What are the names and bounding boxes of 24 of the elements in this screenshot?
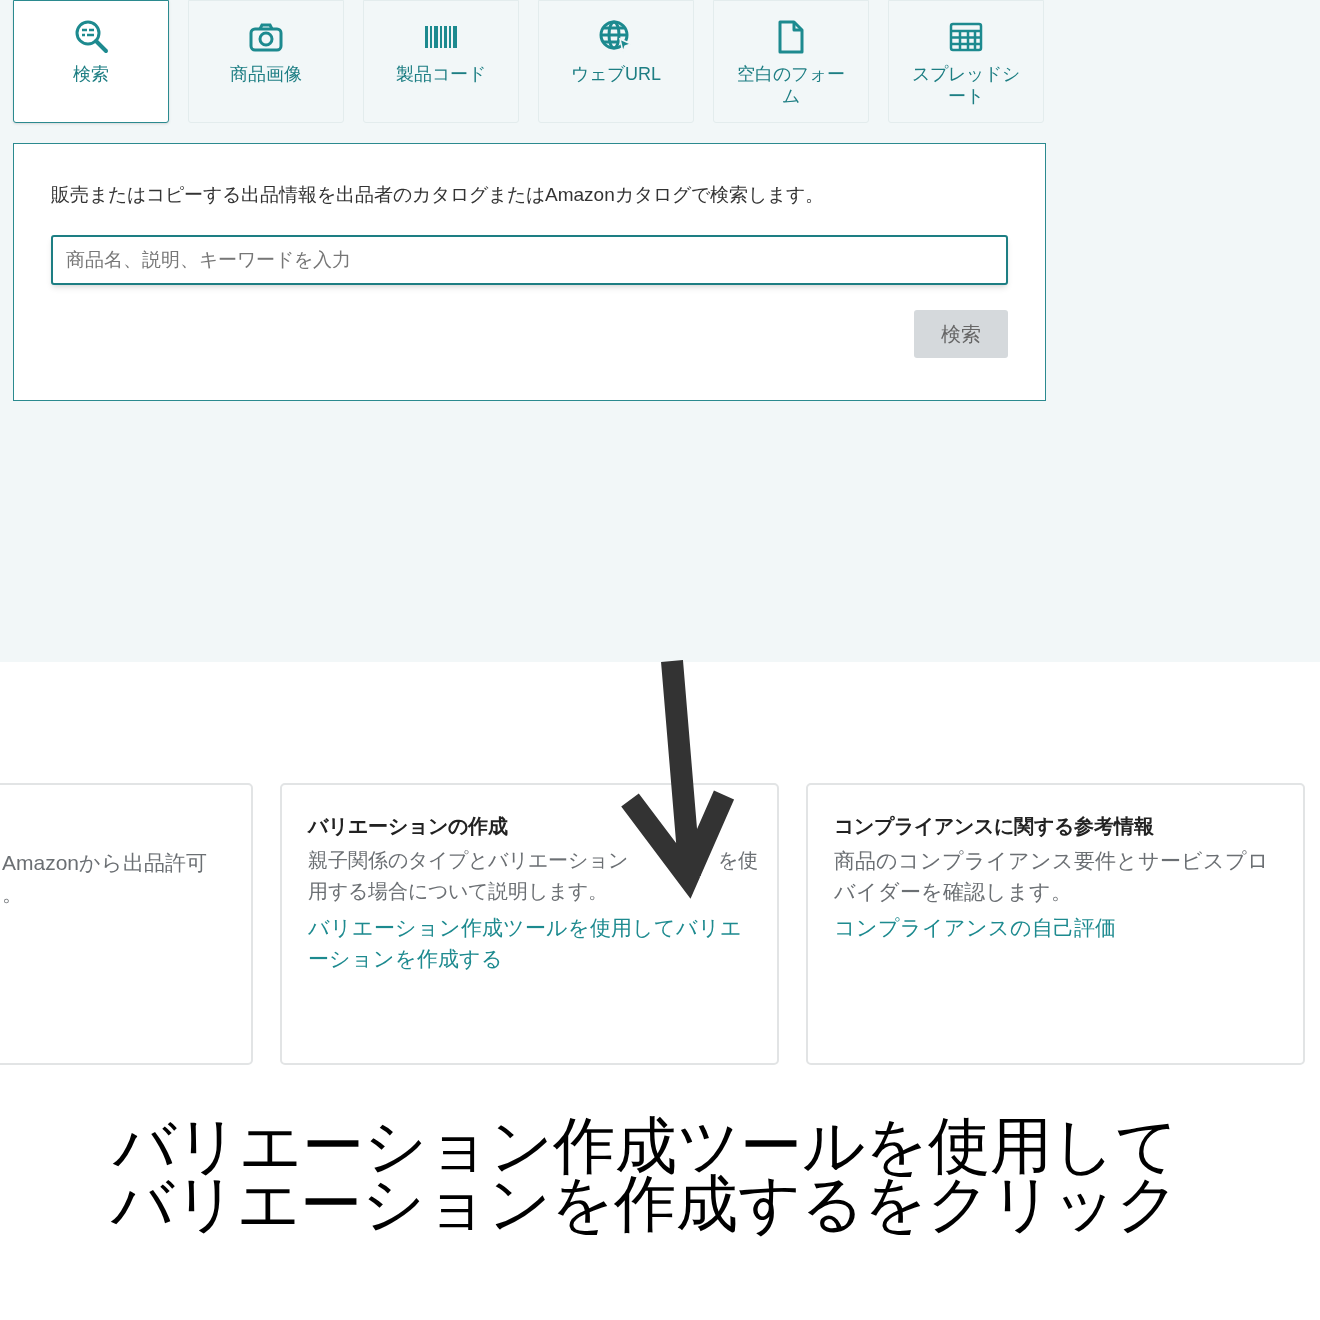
caption-text: バリエーション作成ツールを使用して <box>112 1117 1178 1175</box>
card-title: バリエーションの作成 <box>308 814 509 839</box>
card-text: Amazonから出品許可 <box>2 850 209 876</box>
camera-icon <box>249 22 283 52</box>
search-field[interactable]: 商品名、説明、キーワードを入力 <box>51 235 1008 285</box>
card-link[interactable]: コンプライアンスの自己評価 <box>834 912 1283 943</box>
card-link[interactable]: バリエーション作成ツールを使用してバリエーションを作成する <box>308 912 757 974</box>
card-text: 。 <box>2 881 24 907</box>
card-text: を使 <box>718 848 758 873</box>
barcode-icon <box>424 25 458 49</box>
tab[interactable]: 商品画像 <box>188 0 344 123</box>
card-text: 商品のコンプライアンス要件とサービスプロバイダーを確認します。 <box>834 848 1270 905</box>
spreadsheet-icon <box>949 22 983 52</box>
panel-description: 販売またはコピーする出品情報を出品者のカタログまたはAmazonカタログで検索します。 <box>51 183 825 207</box>
tab[interactable]: ウェブURL <box>538 0 694 123</box>
tab[interactable]: 検索 <box>13 0 169 123</box>
search-icon <box>73 19 109 55</box>
document-icon <box>777 20 805 54</box>
tab[interactable]: 空白のフォーム <box>713 0 869 123</box>
card-text: 親子関係のタイプとバリエーション <box>308 848 628 873</box>
card-title: コンプライアンスに関する参考情報 <box>834 814 1155 839</box>
tab[interactable]: スプレッドシート <box>888 0 1044 123</box>
card-text: 用する場合について説明します。 <box>308 879 608 904</box>
tab[interactable]: 製品コード <box>363 0 519 123</box>
